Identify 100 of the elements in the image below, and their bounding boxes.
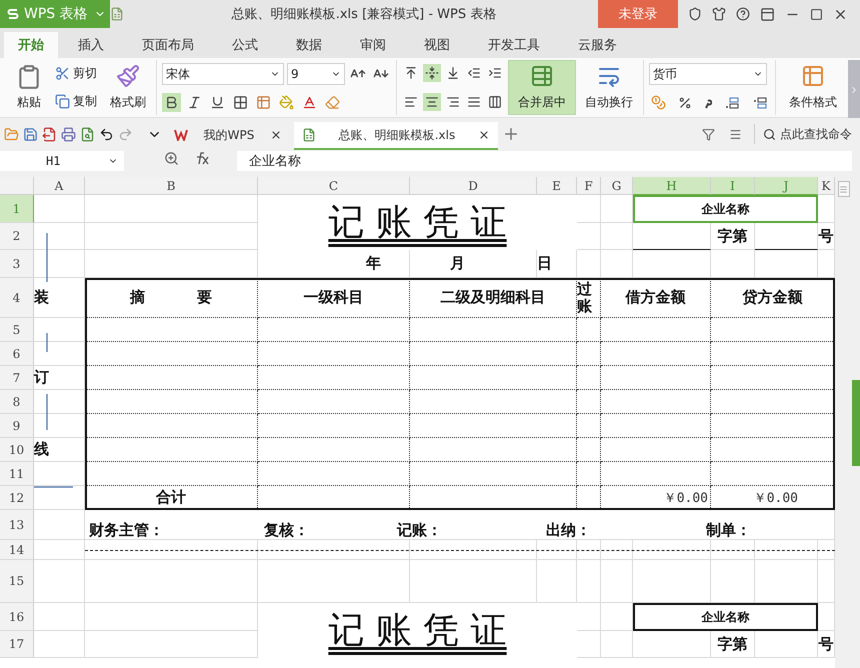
copy-button[interactable]: 复制	[53, 92, 99, 112]
table-cell[interactable]	[258, 390, 410, 414]
undo-icon[interactable]	[99, 126, 114, 142]
column-header[interactable]: K	[818, 177, 835, 195]
shirt-icon[interactable]	[712, 7, 726, 21]
table-cell[interactable]	[258, 366, 410, 390]
merge-center-button[interactable]: 合并居中	[508, 60, 576, 115]
table-cell[interactable]	[410, 366, 577, 390]
close-icon[interactable]	[478, 129, 490, 141]
table-cell[interactable]	[410, 414, 577, 438]
ribbon-tab[interactable]: 云服务	[560, 32, 635, 58]
maximize-icon[interactable]	[810, 8, 823, 20]
sheet-cell[interactable]	[601, 250, 633, 278]
column-header[interactable]: E	[537, 177, 577, 195]
sheet-cell[interactable]	[34, 510, 85, 540]
zoom-icon[interactable]	[164, 151, 179, 166]
sheet-cell[interactable]	[601, 540, 633, 560]
list-icon[interactable]	[729, 128, 742, 140]
formula-field[interactable]: 企业名称	[237, 151, 852, 171]
sheet-cell[interactable]	[34, 414, 85, 438]
row-header[interactable]: 15	[0, 560, 34, 603]
name-box[interactable]: H1	[0, 151, 124, 171]
sheet-cell[interactable]	[34, 223, 85, 250]
table-cell[interactable]	[577, 318, 601, 342]
sheet-cell[interactable]	[755, 540, 818, 560]
table-cell[interactable]	[577, 342, 601, 366]
number-format-field[interactable]: 货币	[649, 63, 767, 85]
table-cell[interactable]	[258, 414, 410, 438]
document-tab[interactable]: 总账、明细账模板.xls	[294, 122, 498, 150]
sheet-cell[interactable]	[577, 540, 601, 560]
table-cell[interactable]	[577, 414, 601, 438]
bold-icon[interactable]	[162, 93, 181, 112]
column-header[interactable]: D	[410, 177, 537, 195]
sheet-cell[interactable]	[85, 560, 258, 603]
help-icon[interactable]	[736, 7, 750, 21]
table-cell[interactable]	[577, 366, 601, 390]
column-header[interactable]: F	[577, 177, 601, 195]
row-header[interactable]: 5	[0, 318, 34, 342]
row-header[interactable]: 6	[0, 342, 34, 366]
table-cell[interactable]	[601, 366, 711, 390]
sheet-cell[interactable]	[755, 250, 818, 278]
close-icon[interactable]	[270, 129, 282, 141]
sheet-cell[interactable]	[601, 560, 633, 603]
sheet-cell[interactable]	[34, 631, 85, 658]
ribbon-tab[interactable]: 公式	[214, 32, 276, 58]
table-cell[interactable]	[601, 414, 711, 438]
sheet-cell[interactable]	[34, 318, 85, 342]
sheet-cell[interactable]	[34, 342, 85, 366]
ribbon-tab[interactable]: 插入	[60, 32, 122, 58]
table-cell[interactable]	[601, 390, 711, 414]
sheet-cell[interactable]	[633, 250, 711, 278]
row-header[interactable]: 9	[0, 414, 34, 438]
format-painter-button[interactable]: 格式刷	[105, 60, 151, 115]
table-cell[interactable]	[601, 342, 711, 366]
ribbon-tab[interactable]: 开发工具	[470, 32, 558, 58]
sheet-cell[interactable]	[34, 486, 85, 510]
sheet-cell[interactable]	[34, 540, 85, 560]
print-icon[interactable]	[61, 126, 76, 142]
sheet-cell[interactable]	[601, 223, 633, 250]
document-tab[interactable]: 我的WPS	[166, 122, 290, 150]
window-pin-icon[interactable]	[760, 6, 775, 22]
table-cell[interactable]	[258, 462, 410, 486]
column-header[interactable]: G	[601, 177, 633, 195]
save-icon[interactable]	[23, 126, 38, 142]
table-cell[interactable]	[410, 462, 577, 486]
table-cell[interactable]	[258, 438, 410, 462]
shield-icon[interactable]	[688, 7, 702, 21]
sheet-cell[interactable]	[258, 540, 410, 560]
sheet-cell[interactable]	[85, 250, 258, 278]
ribbon-tab[interactable]: 开始	[4, 32, 58, 58]
export-icon[interactable]	[42, 126, 57, 142]
sheet-cell[interactable]	[34, 250, 85, 278]
row-header[interactable]: 10	[0, 438, 34, 462]
table-cell[interactable]	[577, 438, 601, 462]
sheet-cell[interactable]	[711, 540, 755, 560]
sheet-cell[interactable]	[577, 560, 601, 603]
table-cell[interactable]	[577, 462, 601, 486]
sheet-cell[interactable]	[34, 390, 85, 414]
sheet-cell[interactable]	[633, 540, 711, 560]
vertical-align-icon[interactable]	[423, 64, 441, 82]
sheet-cell[interactable]	[601, 631, 633, 658]
row-header[interactable]: 8	[0, 390, 34, 414]
sheet-cell[interactable]	[85, 540, 258, 560]
table-cell[interactable]	[601, 438, 711, 462]
row-header[interactable]: 7	[0, 366, 34, 390]
table-cell[interactable]	[601, 318, 711, 342]
row-header[interactable]: 17	[0, 631, 34, 658]
sheet-cell[interactable]	[85, 510, 835, 540]
sheet-cell[interactable]	[711, 250, 755, 278]
command-search-field[interactable]: 点此查找命令	[754, 124, 860, 144]
sheet-cell[interactable]	[34, 603, 85, 631]
table-cell[interactable]	[258, 342, 410, 366]
row-header[interactable]: 3	[0, 250, 34, 278]
row-header[interactable]: 13	[0, 510, 34, 540]
row-header[interactable]: 12	[0, 486, 34, 510]
new-tab-icon[interactable]	[502, 125, 520, 143]
fill-color-icon[interactable]	[277, 93, 296, 112]
row-header[interactable]: 14	[0, 540, 34, 560]
print-preview-icon[interactable]	[80, 126, 95, 142]
row-header[interactable]: 4	[0, 278, 34, 318]
